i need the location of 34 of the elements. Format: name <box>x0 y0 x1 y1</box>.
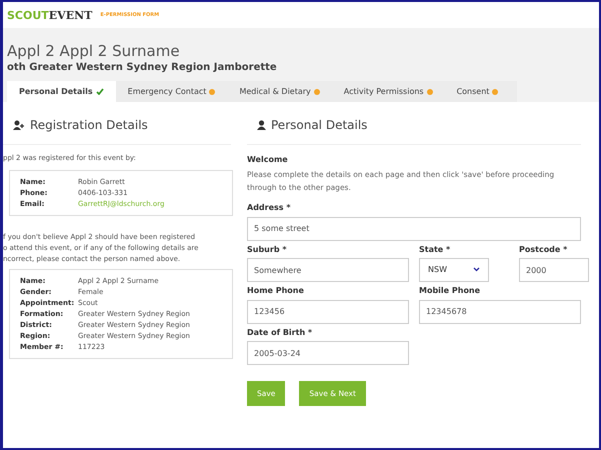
state-dropdown[interactable]: NSW <box>419 258 489 282</box>
address-field[interactable]: 5 some street <box>247 216 581 240</box>
date-field[interactable]: 2005-03-24 <box>247 341 409 365</box>
tab[interactable]: Personal Details <box>7 81 116 102</box>
welcome-heading: Welcome <box>247 155 289 164</box>
check-icon <box>96 88 104 95</box>
home-phone-field[interactable]: 123456 <box>247 300 409 324</box>
field-label: Date of Birth * <box>247 328 314 336</box>
status-dot <box>209 88 216 94</box>
field-label: Suburb * <box>247 244 288 254</box>
postcode-field[interactable]: 2000 <box>519 258 589 282</box>
field-label: Home Phone <box>247 286 305 295</box>
user-icon <box>257 120 266 130</box>
tab[interactable]: Consent <box>444 81 510 102</box>
tab[interactable]: Emergency Contact <box>116 81 228 102</box>
page-title: Appl 2 Appl 2 Surname <box>7 42 181 60</box>
field-label: Mobile Phone <box>419 286 482 295</box>
add-user-icon <box>13 120 25 130</box>
section-heading: Personal Details <box>271 118 368 132</box>
status-dot <box>492 88 498 94</box>
field-label: State * <box>419 244 452 254</box>
logo-text: SCOUT <box>7 8 49 22</box>
event-name: oth Greater Western Sydney Region Jamborette <box>7 62 278 73</box>
logo-text: EVENT <box>48 8 92 22</box>
status-dot <box>426 88 433 94</box>
section-heading: Registration Details <box>30 118 148 132</box>
suburb-field[interactable]: Somewhere <box>247 258 409 282</box>
field-label: Postcode * <box>519 244 568 254</box>
chevron-down-icon <box>473 267 480 272</box>
mobile-phone-field[interactable]: 12345678 <box>419 300 581 324</box>
field-label: Address * <box>247 203 292 212</box>
tab[interactable]: Medical & Dietary <box>227 81 332 102</box>
status-dot <box>314 88 320 94</box>
tab[interactable]: Activity Permissions <box>332 81 445 102</box>
